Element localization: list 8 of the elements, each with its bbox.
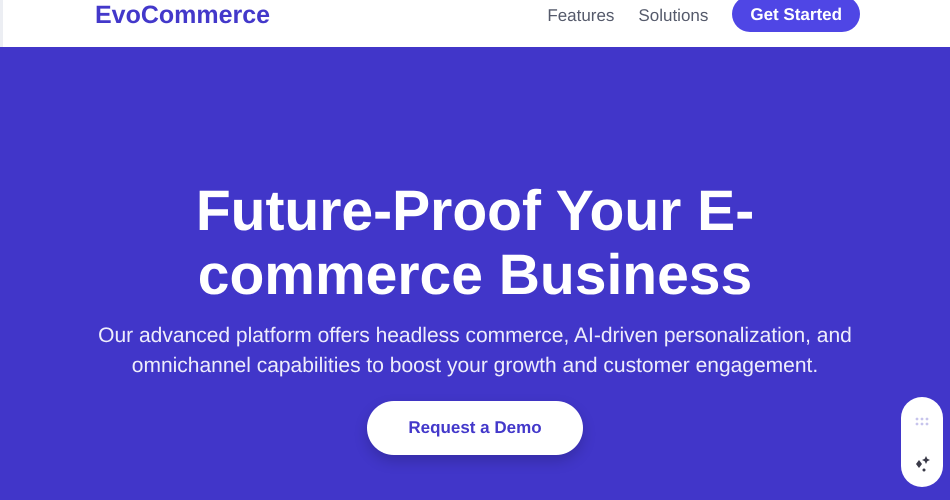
sparkle-icon[interactable] [913, 455, 931, 473]
nav-link[interactable]: Features [547, 6, 614, 26]
hero-title: Future-Proof Your E-commerce Business [194, 179, 756, 307]
logo[interactable]: EvoCommerce [95, 1, 270, 30]
nav-link[interactable]: Solutions [638, 6, 708, 26]
hero-subtitle: Our advanced platform offers headless commerce, AI-driven personalization, and omnichannel capabilities to boost your growth and customer engagement. [97, 323, 853, 379]
get-started-button[interactable]: Get Started [732, 0, 860, 32]
request-demo-button[interactable]: Request a Demo [367, 401, 583, 455]
